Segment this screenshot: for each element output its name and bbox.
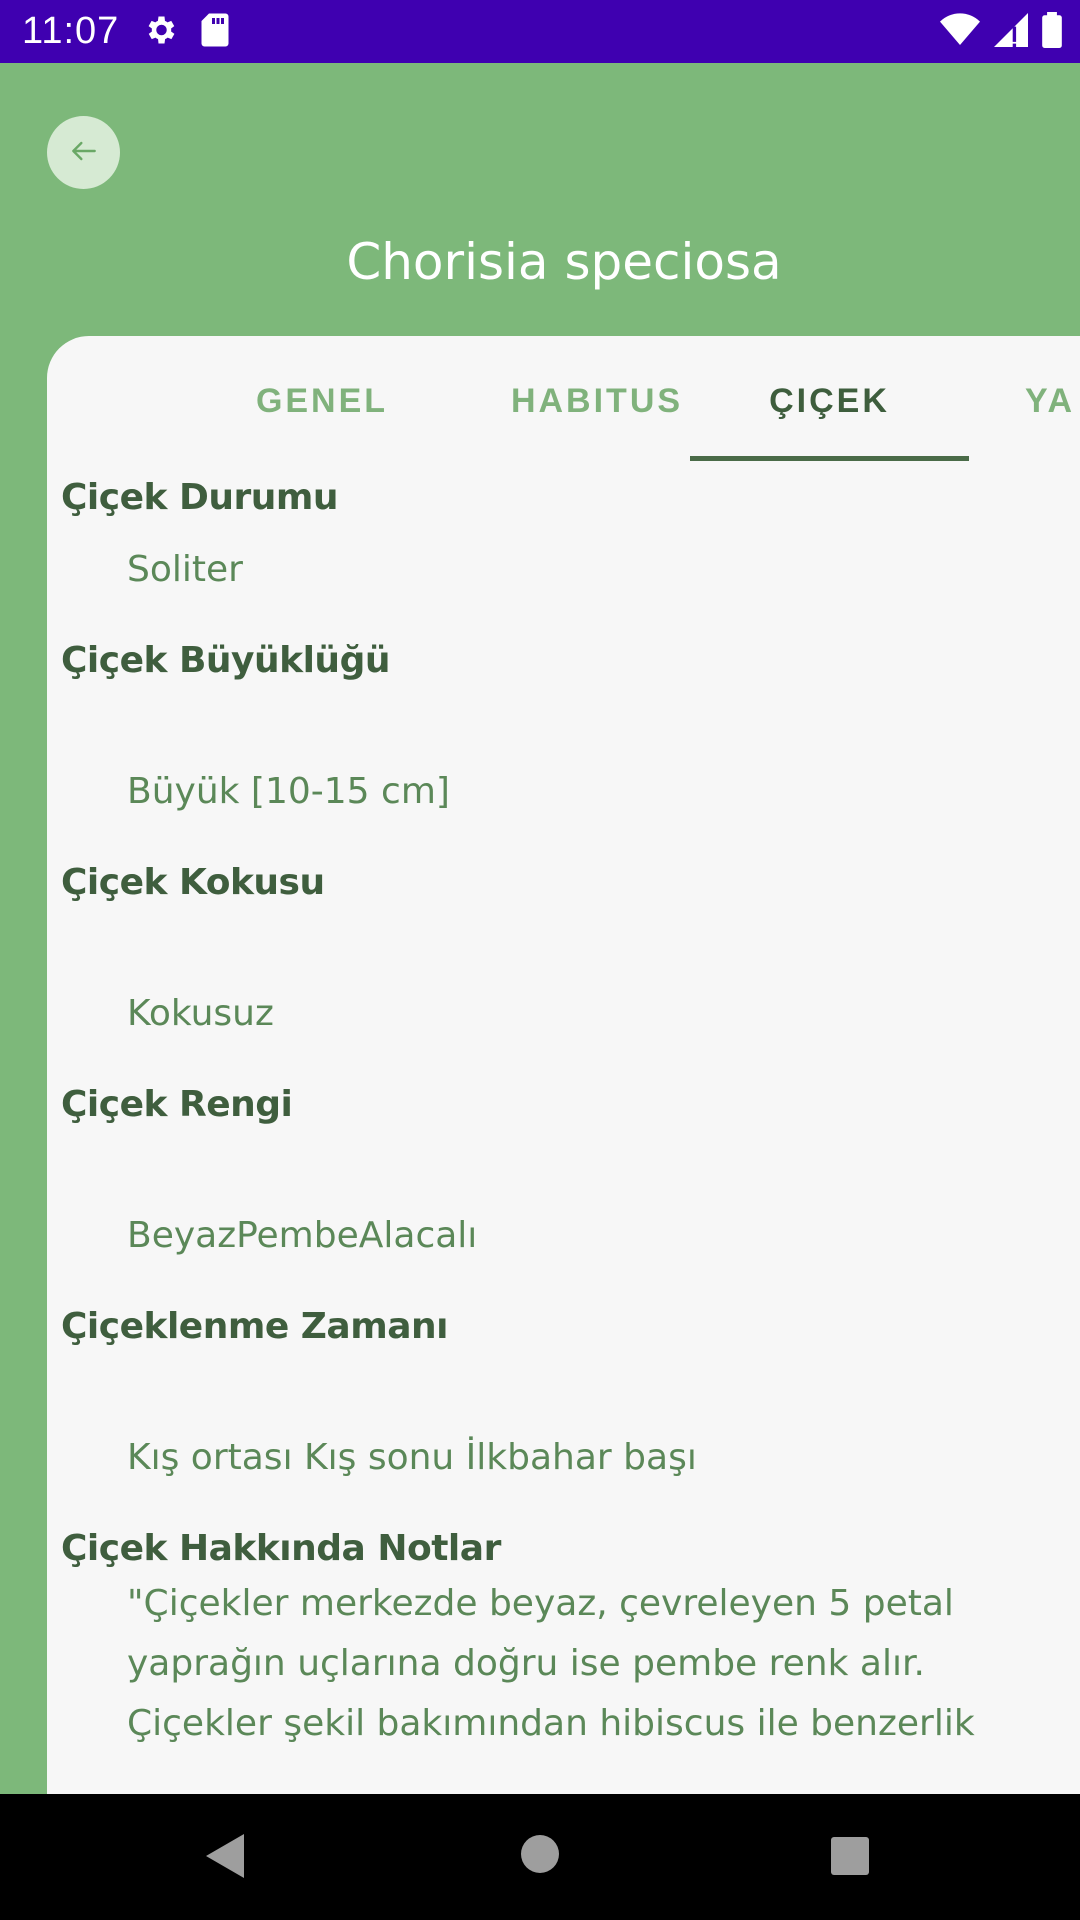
sd-card-icon: [200, 12, 230, 52]
tab-indicator: [690, 456, 969, 461]
section-value-cicek-durumu: Soliter: [127, 549, 243, 590]
wifi-icon: [940, 13, 980, 51]
tab-genel[interactable]: GENEL: [207, 376, 437, 426]
section-label-ciceklenme-zamani: Çiçeklenme Zamanı: [61, 1306, 448, 1347]
signal-icon: [994, 13, 1028, 51]
page-title: Chorisia speciosa: [346, 233, 782, 291]
arrow-left-icon: [68, 135, 100, 171]
section-value-cicek-kokusu: Kokusuz: [127, 993, 274, 1034]
status-time: 11:07: [22, 10, 120, 52]
battery-icon: [1042, 12, 1062, 52]
section-value-cicek-rengi: BeyazPembeAlacalı: [127, 1215, 478, 1256]
recents-square-icon[interactable]: [830, 1836, 870, 1880]
navigation-bar: [0, 1794, 1080, 1920]
section-value-cicek-buyuklugu: Büyük [10-15 cm]: [127, 771, 450, 812]
section-label-cicek-kokusu: Çiçek Kokusu: [61, 862, 325, 903]
back-triangle-icon[interactable]: [204, 1832, 246, 1884]
home-circle-icon[interactable]: [520, 1834, 560, 1878]
section-label-cicek-notlar: Çiçek Hakkında Notlar: [61, 1528, 501, 1569]
status-bar: 11:07: [0, 0, 1080, 63]
section-label-cicek-durumu: Çiçek Durumu: [61, 477, 339, 518]
tab-cicek[interactable]: ÇIÇEK: [690, 376, 969, 426]
tab-yaprak[interactable]: YA: [1025, 376, 1080, 426]
section-value-ciceklenme-zamani: Kış ortası Kış sonu İlkbahar başı: [127, 1437, 697, 1478]
back-button[interactable]: [47, 116, 120, 189]
gear-icon: [142, 12, 178, 52]
section-label-cicek-buyuklugu: Çiçek Büyüklüğü: [61, 640, 390, 681]
tab-bar: GENEL HABITUS ÇIÇEK YA: [47, 336, 1080, 462]
content-card: GENEL HABITUS ÇIÇEK YA Çiçek Durumu Soli…: [47, 336, 1080, 1796]
section-value-cicek-notlar: "Çiçekler merkezde beyaz, çevreleyen 5 p…: [127, 1583, 975, 1744]
section-label-cicek-rengi: Çiçek Rengi: [61, 1084, 293, 1125]
